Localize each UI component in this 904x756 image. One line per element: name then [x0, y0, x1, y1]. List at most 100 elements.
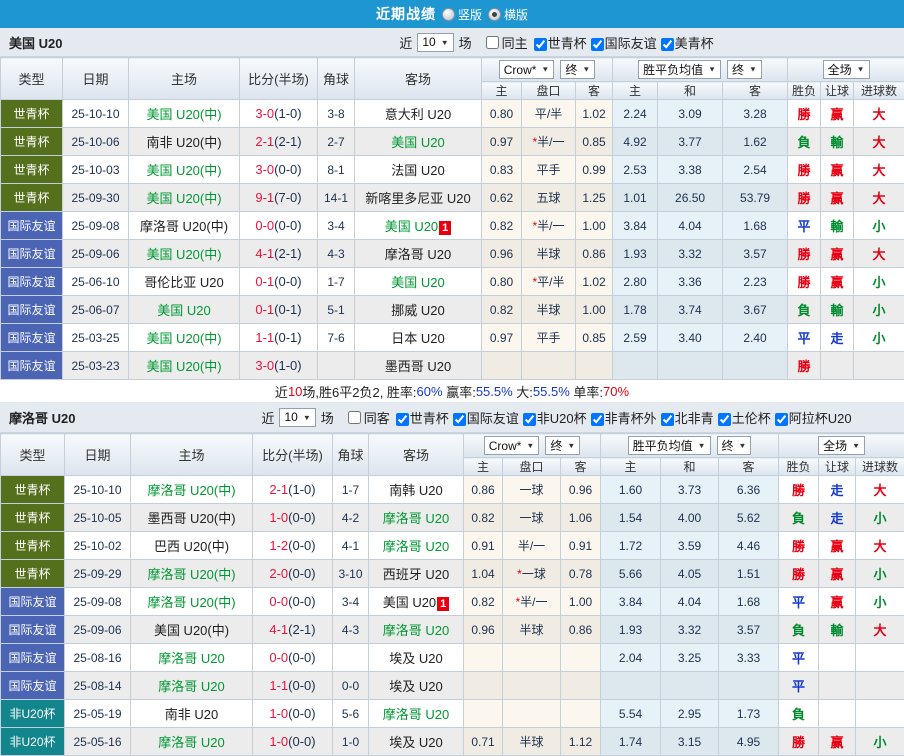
- score: 9-1(7-0): [240, 184, 318, 212]
- match-row: 非U20杯25-05-19南非 U201-0(0-0)5-6摩洛哥 U205.5…: [1, 700, 904, 728]
- radio-icon[interactable]: [488, 8, 501, 21]
- bookmaker-select[interactable]: Crow*▼: [499, 60, 555, 79]
- match-count-select[interactable]: 10 ▼: [279, 408, 315, 427]
- score: 0-1(0-1): [240, 296, 318, 324]
- odds-time-select[interactable]: 终▼: [545, 436, 580, 455]
- mean-home: 4.92: [613, 128, 658, 156]
- result-outcome: 平: [788, 212, 821, 240]
- mean-type-select[interactable]: 胜平负均值▼: [638, 60, 721, 79]
- cup-filter: 国际友谊: [449, 411, 519, 426]
- mean-time-select[interactable]: 终▼: [717, 436, 752, 455]
- bookmaker-select[interactable]: Crow*▼: [484, 436, 540, 455]
- score: 2-1(2-1): [240, 128, 318, 156]
- cup-filter-checkbox[interactable]: [534, 38, 547, 51]
- odds-away: 0.91: [561, 532, 601, 560]
- team-name-text: 美国 U20(中): [146, 107, 221, 122]
- mean-away: 1.68: [723, 212, 788, 240]
- scope-select[interactable]: 全场▼: [818, 436, 865, 455]
- radio-icon[interactable]: [442, 8, 455, 21]
- team-name-text: 挪威 U20: [391, 303, 444, 318]
- match-type: 国际友谊: [1, 324, 63, 352]
- result-outcome: 負: [788, 128, 821, 156]
- layout-option-horizontal[interactable]: 横版: [488, 6, 528, 23]
- mean-away: 1.62: [723, 128, 788, 156]
- cup-filter-checkbox[interactable]: [661, 413, 674, 426]
- cup-filter-checkbox[interactable]: [775, 413, 788, 426]
- cup-filter-checkbox[interactable]: [396, 413, 409, 426]
- mean-away: 1.73: [719, 700, 779, 728]
- team-name-text: 摩洛哥 U20: [383, 707, 449, 722]
- mean-home: 2.80: [613, 268, 658, 296]
- cup-filter-checkbox[interactable]: [523, 413, 536, 426]
- cup-filter-checkbox[interactable]: [453, 413, 466, 426]
- odds-away: 1.06: [561, 504, 601, 532]
- col-odds-away: 客: [561, 458, 601, 476]
- team-name-text: 摩洛哥 U20(中): [140, 219, 228, 234]
- odds-home: 0.80: [482, 100, 522, 128]
- odds-away: 1.00: [576, 212, 613, 240]
- handicap: 一球: [503, 504, 561, 532]
- result-goals: 大: [856, 532, 904, 560]
- mean-draw: 4.05: [661, 560, 719, 588]
- scope-select[interactable]: 全场▼: [823, 60, 870, 79]
- team-name-text: 美国 U20: [391, 275, 444, 290]
- result-outcome: 勝: [788, 352, 821, 380]
- cup-filter-checkbox[interactable]: [591, 38, 604, 51]
- mean-home: 1.93: [601, 616, 661, 644]
- mean-draw: 2.95: [661, 700, 719, 728]
- corner-score: 1-7: [318, 268, 355, 296]
- cup-filter-checkbox[interactable]: [591, 413, 604, 426]
- cup-filter-checkbox[interactable]: [661, 38, 674, 51]
- mean-home: 1.01: [613, 184, 658, 212]
- chevron-down-icon: ▼: [441, 38, 449, 46]
- cup-filter-label: 美青杯: [675, 36, 714, 51]
- col-odds-home: 主: [464, 458, 503, 476]
- result-goals: 小: [856, 560, 904, 588]
- half-time-score: (1-0): [274, 358, 301, 373]
- match-row: 国际友谊25-08-16摩洛哥 U200-0(0-0)埃及 U202.043.2…: [1, 644, 904, 672]
- cup-filter: 非青杯外: [587, 411, 657, 426]
- away-team: 美国 U20: [355, 128, 482, 156]
- home-team: 摩洛哥 U20: [131, 672, 253, 700]
- mean-type-select[interactable]: 胜平负均值▼: [628, 436, 711, 455]
- chevron-down-icon: ▼: [708, 65, 716, 73]
- mean-time-select[interactable]: 终▼: [727, 60, 762, 79]
- home-team: 美国 U20: [129, 296, 240, 324]
- match-type: 世青杯: [1, 532, 65, 560]
- odds-time-select[interactable]: 终▼: [560, 60, 595, 79]
- col-type: 类型: [1, 434, 65, 476]
- result-goals: [856, 644, 904, 672]
- mean-select-group: 胜平负均值▼ 终▼: [601, 434, 779, 458]
- team-name-text: 南韩 U20: [389, 483, 442, 498]
- score: 3-0(0-0): [240, 156, 318, 184]
- match-type: 世青杯: [1, 156, 63, 184]
- team-name-text: 美国 U20(中): [146, 331, 221, 346]
- same-venue-checkbox[interactable]: [348, 411, 361, 424]
- layout-option-vertical[interactable]: 竖版: [442, 6, 482, 23]
- col-mean-draw: 和: [658, 82, 723, 100]
- match-date: 25-08-14: [65, 672, 131, 700]
- away-team: 埃及 U20: [369, 644, 464, 672]
- odds-away: 1.00: [561, 588, 601, 616]
- handicap: *半/一: [522, 128, 576, 156]
- star-mark: *: [532, 219, 537, 233]
- match-count-select[interactable]: 10 ▼: [417, 33, 453, 52]
- score: 1-0(0-0): [253, 728, 333, 756]
- star-mark: *: [515, 595, 520, 609]
- result-goals: 小: [854, 212, 904, 240]
- score: 1-1(0-0): [253, 672, 333, 700]
- cup-filter-checkbox[interactable]: [718, 413, 731, 426]
- home-team: 美国 U20(中): [129, 324, 240, 352]
- away-team: 摩洛哥 U20: [355, 240, 482, 268]
- mean-away: 2.40: [723, 324, 788, 352]
- match-type: 世青杯: [1, 504, 65, 532]
- score: 2-0(0-0): [253, 560, 333, 588]
- result-goals: 小: [856, 504, 904, 532]
- half-time-score: (0-0): [288, 538, 315, 553]
- cup-filter-label: 国际友谊: [467, 411, 519, 426]
- result-goals: 大: [856, 616, 904, 644]
- corner-score: 8-1: [318, 156, 355, 184]
- cup-filter-label: 非U20杯: [537, 411, 587, 426]
- away-team: 西班牙 U20: [369, 560, 464, 588]
- same-venue-checkbox[interactable]: [486, 36, 499, 49]
